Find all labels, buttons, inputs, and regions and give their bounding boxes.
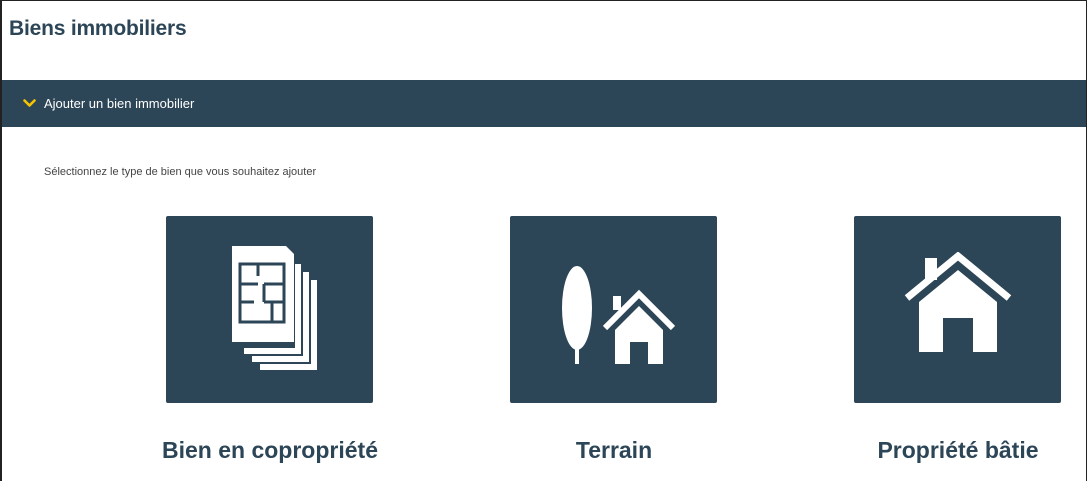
- tree-and-house-icon: [549, 242, 679, 377]
- terrain-label: Terrain: [575, 437, 653, 463]
- house-icon: [903, 251, 1013, 367]
- add-property-accordion-toggle[interactable]: Ajouter un bien immobilier: [2, 80, 1086, 127]
- terrain-card-button[interactable]: [510, 216, 717, 403]
- chevron-down-icon: [22, 97, 36, 111]
- propriete-batie-label: Propriété bâtie: [877, 437, 1039, 463]
- copropriete-card-button[interactable]: [166, 216, 373, 403]
- floor-plan-documents-icon: [220, 242, 320, 377]
- copropriete-label: Bien en copropriété: [162, 437, 378, 463]
- page-title: Biens immobiliers: [9, 17, 187, 40]
- propriete-batie-card-button[interactable]: [854, 216, 1061, 403]
- accordion-label: Ajouter un bien immobilier: [44, 96, 195, 111]
- instruction-text: Sélectionnez le type de bien que vous so…: [44, 166, 317, 178]
